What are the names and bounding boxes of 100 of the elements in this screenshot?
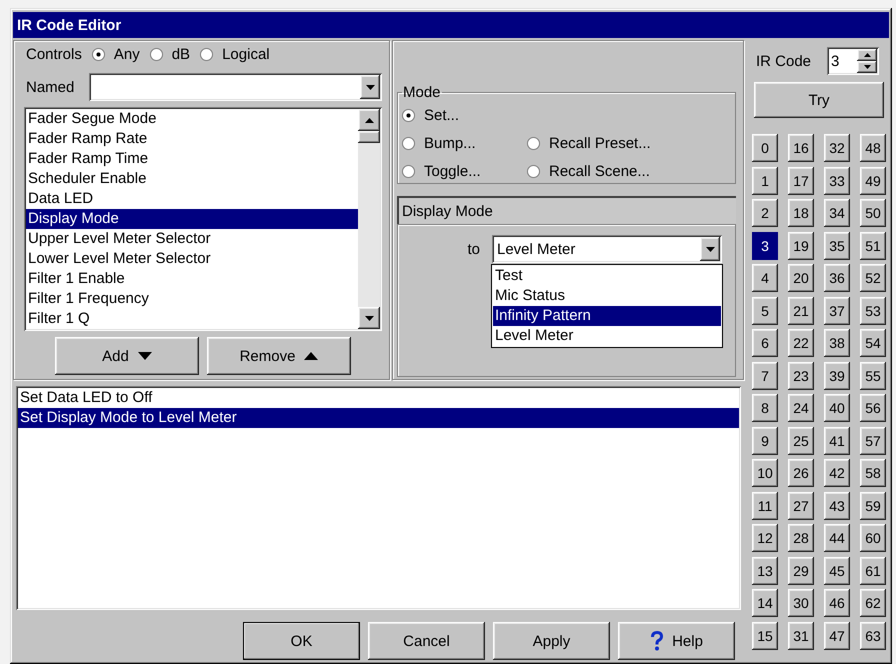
- code-button[interactable]: 46: [824, 589, 850, 617]
- code-button[interactable]: 40: [824, 394, 850, 422]
- code-button[interactable]: 5: [752, 296, 778, 324]
- code-button[interactable]: 24: [788, 394, 814, 422]
- list-item[interactable]: Display Mode: [26, 209, 358, 229]
- dropdown-option[interactable]: Level Meter: [493, 326, 721, 346]
- code-button[interactable]: 52: [860, 264, 886, 292]
- add-button[interactable]: Add: [55, 337, 199, 375]
- code-button[interactable]: 38: [824, 329, 850, 357]
- code-button[interactable]: 0: [752, 134, 778, 162]
- code-button[interactable]: 35: [824, 232, 850, 260]
- code-button[interactable]: 3: [752, 232, 778, 260]
- code-button[interactable]: 63: [860, 622, 886, 650]
- code-button[interactable]: 1: [752, 166, 778, 194]
- code-button[interactable]: 53: [860, 296, 886, 324]
- code-button[interactable]: 25: [788, 426, 814, 454]
- list-item[interactable]: Fader Ramp Time: [26, 149, 358, 169]
- code-button[interactable]: 42: [824, 459, 850, 487]
- code-button[interactable]: 58: [860, 459, 886, 487]
- code-button[interactable]: 8: [752, 394, 778, 422]
- code-button[interactable]: 13: [752, 556, 778, 584]
- list-item[interactable]: Filter 1 Enable: [26, 269, 358, 289]
- code-button[interactable]: 61: [860, 556, 886, 584]
- code-button[interactable]: 48: [860, 134, 886, 162]
- list-item[interactable]: Scheduler Enable: [26, 169, 358, 189]
- code-button[interactable]: 7: [752, 362, 778, 390]
- code-button[interactable]: 36: [824, 264, 850, 292]
- dropdown-option[interactable]: Mic Status: [493, 286, 721, 306]
- filter-radio[interactable]: Logical: [200, 46, 270, 62]
- code-button[interactable]: 34: [824, 199, 850, 227]
- code-button[interactable]: 43: [824, 492, 850, 520]
- dropdown-button[interactable]: [360, 75, 380, 99]
- code-button[interactable]: 21: [788, 296, 814, 324]
- code-button[interactable]: 32: [824, 134, 850, 162]
- code-button[interactable]: 31: [788, 622, 814, 650]
- code-button[interactable]: 59: [860, 492, 886, 520]
- code-button[interactable]: 45: [824, 556, 850, 584]
- spin-down-button[interactable]: [857, 61, 877, 73]
- list-item[interactable]: Data LED: [26, 189, 358, 209]
- dialog-button[interactable]: OK: [243, 622, 360, 660]
- dropdown-button[interactable]: [700, 237, 720, 261]
- dialog-button[interactable]: Apply: [493, 622, 610, 660]
- list-item[interactable]: Filter 1 Q: [26, 309, 358, 329]
- code-button[interactable]: 41: [824, 426, 850, 454]
- code-button[interactable]: 6: [752, 329, 778, 357]
- value-combobox[interactable]: Level Meter: [492, 235, 722, 263]
- remove-button[interactable]: Remove: [207, 337, 351, 375]
- mode-radio[interactable]: Toggle...: [402, 162, 481, 180]
- code-button[interactable]: 12: [752, 524, 778, 552]
- code-button[interactable]: 26: [788, 459, 814, 487]
- list-item[interactable]: Lower Level Meter Selector: [26, 249, 358, 269]
- scroll-thumb[interactable]: [358, 131, 380, 143]
- mode-radio[interactable]: Set...: [402, 106, 460, 124]
- code-button[interactable]: 19: [788, 232, 814, 260]
- code-button[interactable]: 16: [788, 134, 814, 162]
- code-button[interactable]: 55: [860, 362, 886, 390]
- code-button[interactable]: 30: [788, 589, 814, 617]
- code-button[interactable]: 11: [752, 492, 778, 520]
- code-button[interactable]: 27: [788, 492, 814, 520]
- code-button[interactable]: 47: [824, 622, 850, 650]
- code-button[interactable]: 50: [860, 199, 886, 227]
- code-button[interactable]: 20: [788, 264, 814, 292]
- code-button[interactable]: 2: [752, 199, 778, 227]
- mode-radio[interactable]: Recall Scene...: [527, 162, 650, 180]
- scrollbar[interactable]: [358, 109, 380, 329]
- list-item[interactable]: Fader Segue Mode: [26, 109, 358, 129]
- code-button[interactable]: 56: [860, 394, 886, 422]
- code-button[interactable]: 54: [860, 329, 886, 357]
- code-button[interactable]: 37: [824, 296, 850, 324]
- dropdown-option[interactable]: Infinity Pattern: [493, 306, 721, 326]
- code-button[interactable]: 9: [752, 426, 778, 454]
- code-button[interactable]: 23: [788, 362, 814, 390]
- list-item[interactable]: Upper Level Meter Selector: [26, 229, 358, 249]
- help-button[interactable]: Help: [618, 622, 735, 660]
- scroll-down-button[interactable]: [358, 307, 380, 329]
- scroll-up-button[interactable]: [358, 109, 380, 131]
- code-button[interactable]: 4: [752, 264, 778, 292]
- list-item[interactable]: Filter 1 Frequency: [26, 289, 358, 309]
- filter-radio[interactable]: dB: [150, 46, 190, 62]
- try-button[interactable]: Try: [754, 82, 884, 118]
- code-button[interactable]: 51: [860, 232, 886, 260]
- code-button[interactable]: 29: [788, 556, 814, 584]
- dialog-button[interactable]: Cancel: [368, 622, 485, 660]
- code-button[interactable]: 10: [752, 459, 778, 487]
- code-button[interactable]: 28: [788, 524, 814, 552]
- code-button[interactable]: 57: [860, 426, 886, 454]
- code-button[interactable]: 44: [824, 524, 850, 552]
- name-combobox[interactable]: [89, 73, 382, 101]
- mode-radio[interactable]: Recall Preset...: [527, 134, 651, 152]
- code-button[interactable]: 60: [860, 524, 886, 552]
- code-button[interactable]: 17: [788, 166, 814, 194]
- code-button[interactable]: 14: [752, 589, 778, 617]
- code-button[interactable]: 39: [824, 362, 850, 390]
- code-button[interactable]: 15: [752, 622, 778, 650]
- code-spinner[interactable]: 3: [827, 47, 879, 75]
- code-button[interactable]: 22: [788, 329, 814, 357]
- code-button[interactable]: 18: [788, 199, 814, 227]
- code-button[interactable]: 33: [824, 166, 850, 194]
- action-item[interactable]: Set Display Mode to Level Meter: [18, 408, 739, 428]
- filter-radio[interactable]: Any: [92, 46, 140, 62]
